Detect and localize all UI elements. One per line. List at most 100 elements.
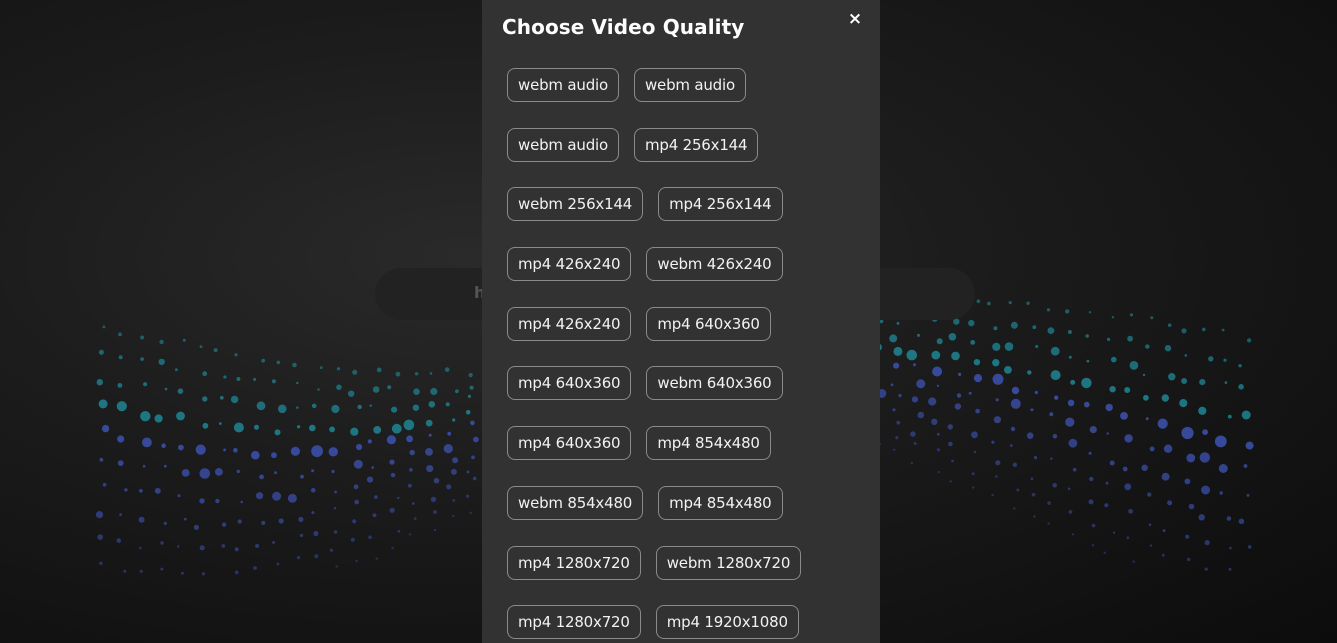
particle-dot: [386, 435, 396, 445]
particle-dot: [971, 431, 978, 439]
particle-dot: [1199, 379, 1206, 386]
particle-dot: [221, 522, 227, 527]
particle-dot: [1088, 499, 1094, 505]
quality-option-button[interactable]: mp4 1280x720: [507, 545, 641, 580]
quality-option-button[interactable]: mp4 256x144: [633, 127, 759, 162]
particle-dot: [1168, 373, 1176, 381]
particle-dot: [450, 468, 457, 475]
particle-dot: [237, 519, 242, 524]
particle-dot: [116, 401, 127, 412]
particle-dot: [143, 382, 148, 387]
quality-option-button[interactable]: mp4 854x480: [646, 426, 771, 461]
particle-dot: [368, 535, 372, 539]
particle-dot: [1088, 311, 1092, 314]
quality-option-button[interactable]: mp4 256x144: [658, 187, 783, 222]
particle-dot: [117, 383, 123, 388]
particle-dot: [234, 570, 239, 575]
particle-dot: [429, 372, 433, 375]
quality-option-button[interactable]: mp4 640x360: [507, 426, 632, 461]
particle-dot: [893, 362, 900, 369]
particle-dot: [333, 507, 337, 510]
particle-dot: [1127, 335, 1133, 342]
quality-row: mp4 1280x720 mp4 1920x1080: [507, 605, 857, 640]
particle-dot: [1047, 522, 1050, 525]
particle-dot: [931, 350, 941, 360]
quality-option-button[interactable]: mp4 1280x720: [507, 605, 641, 640]
quality-option-button[interactable]: webm 1280x720: [655, 545, 802, 580]
particle-dot: [1105, 403, 1113, 412]
particle-dot: [1202, 429, 1208, 435]
particle-dot: [176, 411, 185, 421]
particle-dot: [367, 439, 372, 444]
particle-dot: [163, 464, 167, 468]
quality-option-button[interactable]: webm audio: [507, 68, 619, 102]
particle-dot: [256, 401, 266, 411]
particle-dot: [1124, 387, 1131, 393]
particle-dot: [403, 419, 415, 431]
particle-dot: [331, 469, 335, 474]
particle-dot: [164, 387, 168, 391]
quality-option-button[interactable]: webm audio: [507, 127, 619, 162]
particle-dot: [116, 538, 122, 543]
close-icon[interactable]: ×: [846, 9, 864, 29]
particle-dot: [426, 465, 434, 473]
particle-dot: [1247, 545, 1252, 549]
particle-dot: [465, 494, 470, 498]
particle-dot: [140, 357, 144, 361]
particle-dot: [276, 360, 281, 365]
particle-dot: [350, 537, 355, 542]
particle-dot: [993, 416, 1002, 424]
particle-dot: [446, 484, 452, 490]
particle-dot: [199, 345, 203, 348]
particle-dot: [233, 422, 244, 433]
particle-dot: [1142, 373, 1146, 377]
particle-dot: [352, 519, 357, 524]
particle-dot: [1033, 515, 1036, 518]
particle-dot: [954, 403, 962, 410]
quality-option-button[interactable]: mp4 426x240: [507, 306, 632, 341]
quality-option-button[interactable]: webm 256x144: [507, 187, 644, 222]
particle-dot: [906, 349, 918, 361]
quality-option-button[interactable]: mp4 426x240: [507, 247, 632, 282]
particle-dot: [201, 572, 206, 576]
quality-option-button[interactable]: webm audio: [633, 68, 746, 102]
quality-option-button[interactable]: mp4 640x360: [507, 366, 632, 401]
particle-dot: [1112, 531, 1116, 534]
quality-option-button[interactable]: mp4 1920x1080: [655, 605, 799, 640]
particle-dot: [1223, 358, 1227, 362]
particle-dot: [936, 338, 943, 345]
particle-dot: [466, 470, 470, 474]
particle-dot: [278, 404, 287, 414]
particle-dot: [395, 371, 401, 377]
quality-option-button[interactable]: mp4 640x360: [646, 306, 771, 341]
particle-dot: [995, 398, 999, 402]
particle-dot: [1218, 464, 1228, 473]
particle-dot: [1129, 313, 1134, 317]
particle-dot: [1010, 321, 1018, 329]
particle-dot: [893, 346, 903, 356]
particle-dot: [1072, 467, 1077, 472]
particle-dot: [119, 513, 122, 516]
particle-dot: [177, 545, 180, 548]
particle-dot: [445, 402, 450, 407]
quality-option-button[interactable]: webm 426x240: [646, 247, 783, 282]
particle-dot: [1208, 356, 1214, 362]
particle-dot: [1149, 544, 1153, 547]
particle-dot: [118, 332, 122, 337]
particle-dot: [314, 554, 319, 559]
particle-dot: [335, 565, 338, 568]
particle-dot: [311, 511, 315, 515]
particle-dot: [296, 555, 301, 560]
quality-row: webm audio mp4 256x144: [507, 127, 857, 162]
particle-dot: [411, 502, 415, 505]
quality-option-button[interactable]: webm 854x480: [507, 485, 644, 520]
quality-row: mp4 1280x720 webm 1280x720: [507, 545, 857, 580]
quality-option-button[interactable]: mp4 854x480: [658, 485, 783, 520]
particle-dot: [256, 492, 264, 500]
particle-dot: [199, 468, 211, 479]
particle-dot: [1071, 533, 1075, 536]
particle-dot: [101, 424, 110, 433]
particle-dot: [287, 493, 297, 503]
quality-option-button[interactable]: webm 640x360: [646, 366, 783, 401]
particle-dot: [928, 397, 937, 406]
